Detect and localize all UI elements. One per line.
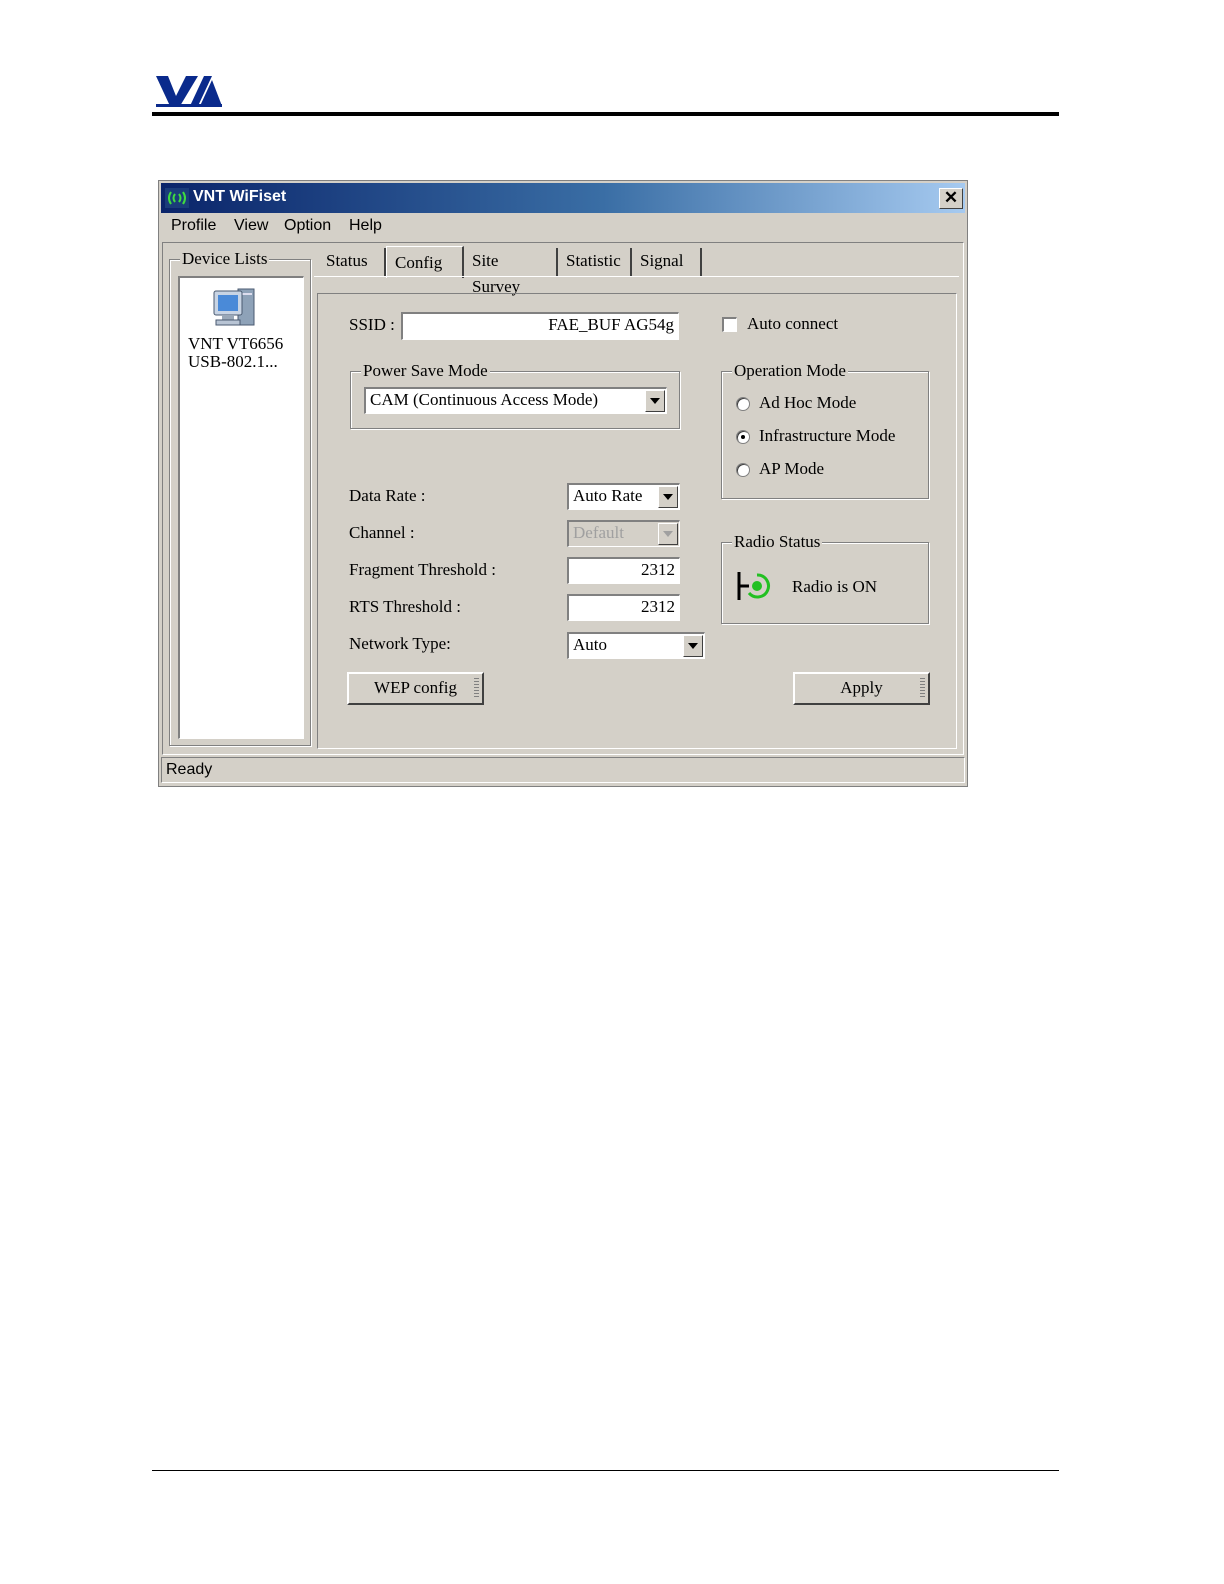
device-list[interactable]: VNT VT6656 USB-802.1... [178,276,304,739]
chevron-down-icon [663,494,673,500]
network-type-value: Auto [573,635,607,654]
tab-site-survey[interactable]: Site Survey [464,248,558,296]
computer-icon [213,288,255,326]
data-rate-label: Data Rate : [349,486,426,505]
menu-bar: Profile View Option Help [161,214,965,240]
tab-status[interactable]: Status [318,248,386,276]
footer-rule [152,1470,1059,1471]
via-logo [156,76,222,107]
auto-connect-label: Auto connect [747,314,839,333]
power-save-legend: Power Save Mode [361,361,490,381]
power-save-select[interactable]: CAM (Continuous Access Mode) [364,387,667,414]
network-type-label: Network Type: [349,634,451,653]
data-rate-select[interactable]: Auto Rate [567,483,680,510]
chevron-down-icon [650,398,660,404]
window-title: VNT WiFiset [193,188,287,205]
auto-connect-checkbox[interactable] [722,317,737,332]
channel-dropdown-button [658,523,678,545]
title-bar[interactable]: VNT WiFiset ✕ [161,183,965,213]
chevron-down-icon [663,531,673,537]
grip-icon [474,678,479,699]
wifiset-window: VNT WiFiset ✕ Profile View Option Help D… [158,180,968,787]
header-rule [152,112,1059,116]
wifi-app-icon [165,188,189,208]
tab-divider [314,276,959,277]
tab-strip: Status Config Site Survey Statistic Sign… [318,246,958,296]
tab-config[interactable]: Config [386,246,464,278]
grip-icon [920,678,925,699]
ap-mode-label: AP Mode [759,459,825,478]
menu-option[interactable]: Option [284,217,331,235]
network-type-dropdown-button[interactable] [683,635,703,657]
apply-button[interactable]: Apply [793,672,930,705]
apply-label: Apply [840,678,883,697]
channel-select: Default [567,520,680,547]
device-name-line2: USB-802.1... [188,352,278,371]
power-save-value: CAM (Continuous Access Mode) [370,390,599,409]
tab-signal[interactable]: Signal [632,248,702,276]
status-bar: Ready [161,757,965,783]
ssid-input[interactable]: FAE_BUF AG54g [401,312,679,340]
close-icon: ✕ [943,188,959,207]
fragment-threshold-input[interactable]: 2312 [567,557,680,584]
device-lists-legend: Device Lists [180,249,270,269]
infrastructure-label: Infrastructure Mode [759,426,896,445]
status-text: Ready [166,761,213,778]
menu-view[interactable]: View [234,217,268,235]
channel-value: Default [573,523,624,542]
wep-config-label: WEP config [374,678,457,697]
radio-status-text: Radio is ON [792,577,877,596]
chevron-down-icon [688,643,698,649]
wep-config-button[interactable]: WEP config [347,672,484,705]
ssid-label: SSID : [349,315,395,334]
infrastructure-radio[interactable] [736,430,750,444]
rts-threshold-label: RTS Threshold : [349,597,462,616]
fragment-threshold-label: Fragment Threshold : [349,560,496,579]
menu-profile[interactable]: Profile [171,217,216,235]
ap-mode-radio[interactable] [736,463,750,477]
ad-hoc-label: Ad Hoc Mode [759,393,857,412]
data-rate-value: Auto Rate [573,486,643,505]
tab-statistic[interactable]: Statistic [558,248,632,276]
radio-on-icon [737,572,770,600]
operation-mode-legend: Operation Mode [732,361,848,381]
close-button[interactable]: ✕ [939,188,963,209]
menu-help[interactable]: Help [349,217,382,235]
power-save-dropdown-button[interactable] [645,390,665,412]
channel-label: Channel : [349,523,415,542]
ad-hoc-radio[interactable] [736,397,750,411]
rts-threshold-input[interactable]: 2312 [567,594,680,621]
device-name-line1: VNT VT6656 [188,334,284,353]
radio-status-legend: Radio Status [732,532,823,552]
radio-selected-dot [741,435,745,439]
data-rate-dropdown-button[interactable] [658,486,678,508]
network-type-select[interactable]: Auto [567,632,705,659]
